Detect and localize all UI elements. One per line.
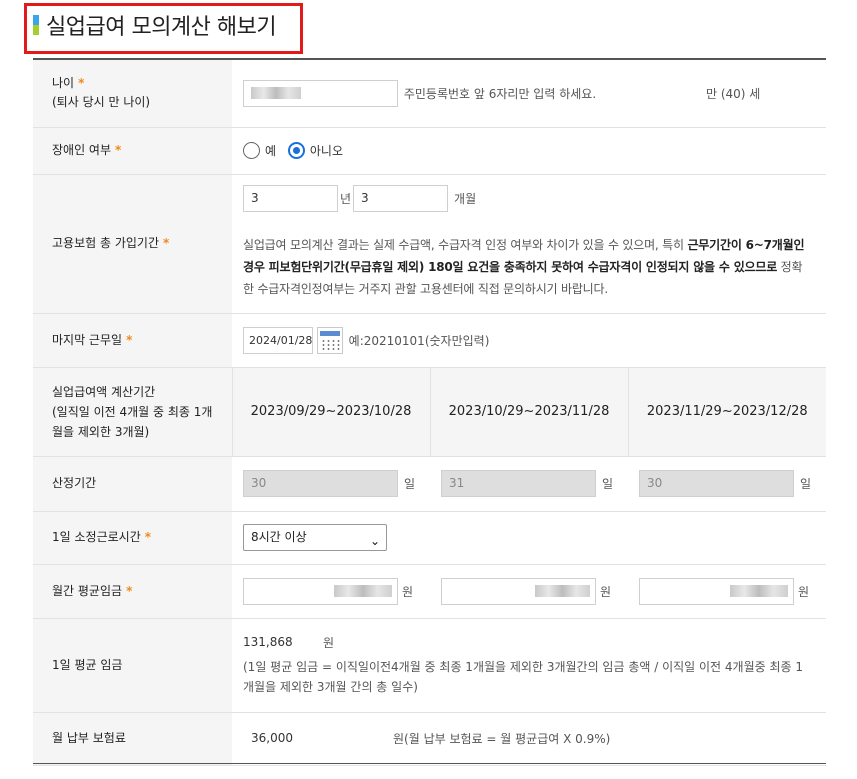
calc-days-unit: 일 (404, 477, 416, 491)
required-star: * (163, 236, 170, 250)
row-last-work-day: 마지막 근무일 * 2024/01/28 예:20210101(숫자만입력) (33, 313, 827, 368)
last-work-day-hint: 예:20210101(숫자만입력) (348, 333, 490, 348)
premium-label: 월 납부 보험료 (52, 731, 126, 745)
calc-days-cell-1: 30 일 (232, 456, 430, 512)
calc-days-input-3: 30 (639, 470, 794, 497)
birthdate-input[interactable] (243, 79, 398, 107)
required-star: * (144, 530, 152, 544)
last-work-day-value-cell: 2024/01/28 예:20210101(숫자만입력) (232, 313, 827, 368)
row-daily-hours: 1일 소정근로시간 * 8시간 이상 ⌄ (33, 511, 827, 565)
radio-no-label: 아니오 (309, 144, 343, 158)
disability-label: 장애인 여부 (52, 143, 112, 157)
years-input[interactable]: 3 (243, 185, 338, 212)
monthly-wage-input-2[interactable] (441, 577, 596, 605)
title-marker-icon (33, 15, 39, 35)
monthly-wage-cell-1: 원 (232, 564, 430, 619)
redacted-value (535, 585, 590, 597)
years-unit: 년 (340, 192, 352, 206)
months-unit: 개월 (454, 192, 477, 206)
row-calc-days: 산정기간 30 일 31 일 30 일 (33, 456, 827, 512)
daily-wage-formula: (1일 평균 임금 = 이직일이전4개월 중 최종 1개월을 제외한 3개월간의… (243, 659, 803, 694)
row-insurance-period: 고용보험 총 가입기간 * 3 년 3 개월 실업급여 모의계산 결과는 실제 수급액,… (33, 174, 827, 314)
disability-label-cell: 장애인 여부 * (33, 127, 232, 175)
premium-value-cell: 36,000 원(월 납부 보험료 = 월 평균급여 X 0.9%) (232, 712, 827, 766)
chevron-down-icon: ⌄ (369, 534, 380, 548)
radio-yes-label: 예 (265, 144, 277, 158)
row-daily-wage: 1일 평균 임금 131,868 원 (1일 평균 임금 = 이직일이전4개월 중… (33, 618, 827, 713)
monthly-wage-unit: 원 (600, 584, 612, 599)
redacted-value (251, 87, 301, 100)
calc-period-label-cell: 실업급여액 계산기간 (일직일 이전 4개월 중 최종 1개 월을 제외한 3개… (33, 367, 232, 457)
row-premium: 월 납부 보험료 36,000 원(월 납부 보험료 = 월 평균급여 X 0.9… (33, 712, 827, 766)
calc-days-input-1: 30 (243, 470, 398, 497)
notice-text-1: 실업급여 모의계산 결과는 실제 수급액, 수급자격 인정 여부와 차이가 있을… (243, 238, 688, 252)
premium-note: 원(월 납부 보험료 = 월 평균급여 X 0.9%) (393, 732, 611, 746)
insurance-label-cell: 고용보험 총 가입기간 * (33, 174, 232, 314)
required-star: * (115, 143, 122, 157)
calc-period-sublabel-1: (일직일 이전 4개월 중 최종 1개 (52, 404, 213, 419)
age-label: 나이 (52, 76, 75, 91)
premium-value: 36,000 (243, 725, 393, 752)
calc-days-cell-3: 30 일 (628, 456, 827, 512)
last-work-day-label: 마지막 근무일 (52, 332, 123, 347)
insurance-label: 고용보험 총 가입기간 (52, 236, 159, 250)
radio-no[interactable] (287, 142, 305, 159)
monthly-wage-cell-2: 원 (430, 564, 628, 619)
age-label-cell: 나이 * (퇴사 당시 만 나이) (33, 60, 232, 128)
daily-wage-label-cell: 1일 평균 임금 (33, 618, 232, 713)
period-1: 2023/09/29~2023/10/28 (231, 367, 430, 457)
age-hint: 주민등록번호 앞 6자리만 입력 하세요. (403, 86, 597, 101)
monthly-wage-label-cell: 월간 평균임금 * (33, 564, 232, 619)
radio-yes[interactable] (243, 142, 260, 159)
insurance-notice: 실업급여 모의계산 결과는 실제 수급액, 수급자격 인정 여부와 차이가 있을… (243, 234, 813, 300)
calc-days-unit: 일 (602, 477, 614, 491)
daily-wage-value: 131,868 (243, 635, 293, 649)
required-star: * (126, 332, 133, 347)
monthly-wage-input-1[interactable] (243, 577, 398, 605)
age-sublabel: (퇴사 당시 만 나이) (52, 95, 151, 110)
row-monthly-wage: 월간 평균임금 * 원 원 원 (33, 564, 827, 619)
monthly-wage-unit: 원 (402, 584, 414, 599)
daily-wage-label: 1일 평균 임금 (52, 657, 123, 672)
age-result: 만 (40) 세 (705, 86, 761, 101)
monthly-wage-cell-3: 원 (628, 564, 827, 619)
page-title: 실업급여 모의계산 해보기 (46, 15, 277, 40)
redacted-value (334, 585, 392, 597)
premium-label-cell: 월 납부 보험료 (33, 712, 232, 766)
daily-hours-select[interactable]: 8시간 이상 ⌄ (243, 524, 387, 551)
disability-value-cell: 예 아니오 (232, 127, 827, 175)
calc-days-input-2: 31 (441, 470, 596, 497)
row-calc-period: 실업급여액 계산기간 (일직일 이전 4개월 중 최종 1개 월을 제외한 3개… (33, 367, 827, 457)
age-value-cell: 주민등록번호 앞 6자리만 입력 하세요. 만 (40) 세 (232, 60, 827, 128)
required-star: * (126, 583, 133, 598)
last-work-day-label-cell: 마지막 근무일 * (33, 313, 232, 368)
daily-wage-unit: 원 (323, 635, 335, 650)
calc-days-cell-2: 31 일 (430, 456, 628, 512)
redacted-value (730, 585, 788, 597)
monthly-wage-input-3[interactable] (639, 577, 794, 605)
calc-days-label-cell: 산정기간 (33, 456, 232, 512)
required-star: * (78, 76, 85, 91)
row-age: 나이 * (퇴사 당시 만 나이) 주민등록번호 앞 6자리만 입력 하세요. 만… (33, 60, 827, 128)
daily-wage-value-cell: 131,868 원 (1일 평균 임금 = 이직일이전4개월 중 최종 1개월을 … (232, 618, 827, 713)
calc-period-sublabel-2: 월을 제외한 3개월) (52, 424, 150, 439)
daily-hours-label: 1일 소정근로시간 (52, 530, 141, 544)
calculator-form: 나이 * (퇴사 당시 만 나이) 주민등록번호 앞 6자리만 입력 하세요. 만… (33, 60, 827, 766)
daily-hours-value-cell: 8시간 이상 ⌄ (232, 511, 827, 565)
monthly-wage-unit: 원 (798, 584, 810, 599)
table-bottom-border (33, 763, 826, 764)
row-disability: 장애인 여부 * 예 아니오 (33, 127, 827, 175)
daily-hours-label-cell: 1일 소정근로시간 * (33, 511, 232, 565)
calc-days-label: 산정기간 (52, 476, 97, 490)
last-work-day-input[interactable]: 2024/01/28 (243, 326, 313, 354)
monthly-wage-label: 월간 평균임금 (52, 583, 123, 598)
calc-period-label: 실업급여액 계산기간 (52, 384, 156, 399)
period-2: 2023/10/29~2023/11/28 (429, 367, 628, 457)
insurance-value-cell: 3 년 3 개월 실업급여 모의계산 결과는 실제 수급액, 수급자격 인정 여부와 … (232, 174, 827, 314)
calendar-icon[interactable] (316, 326, 343, 354)
period-3: 2023/11/29~2023/12/28 (627, 367, 827, 457)
months-input[interactable]: 3 (353, 185, 449, 212)
daily-hours-selected: 8시간 이상 (251, 530, 307, 544)
calc-days-unit: 일 (800, 477, 812, 491)
